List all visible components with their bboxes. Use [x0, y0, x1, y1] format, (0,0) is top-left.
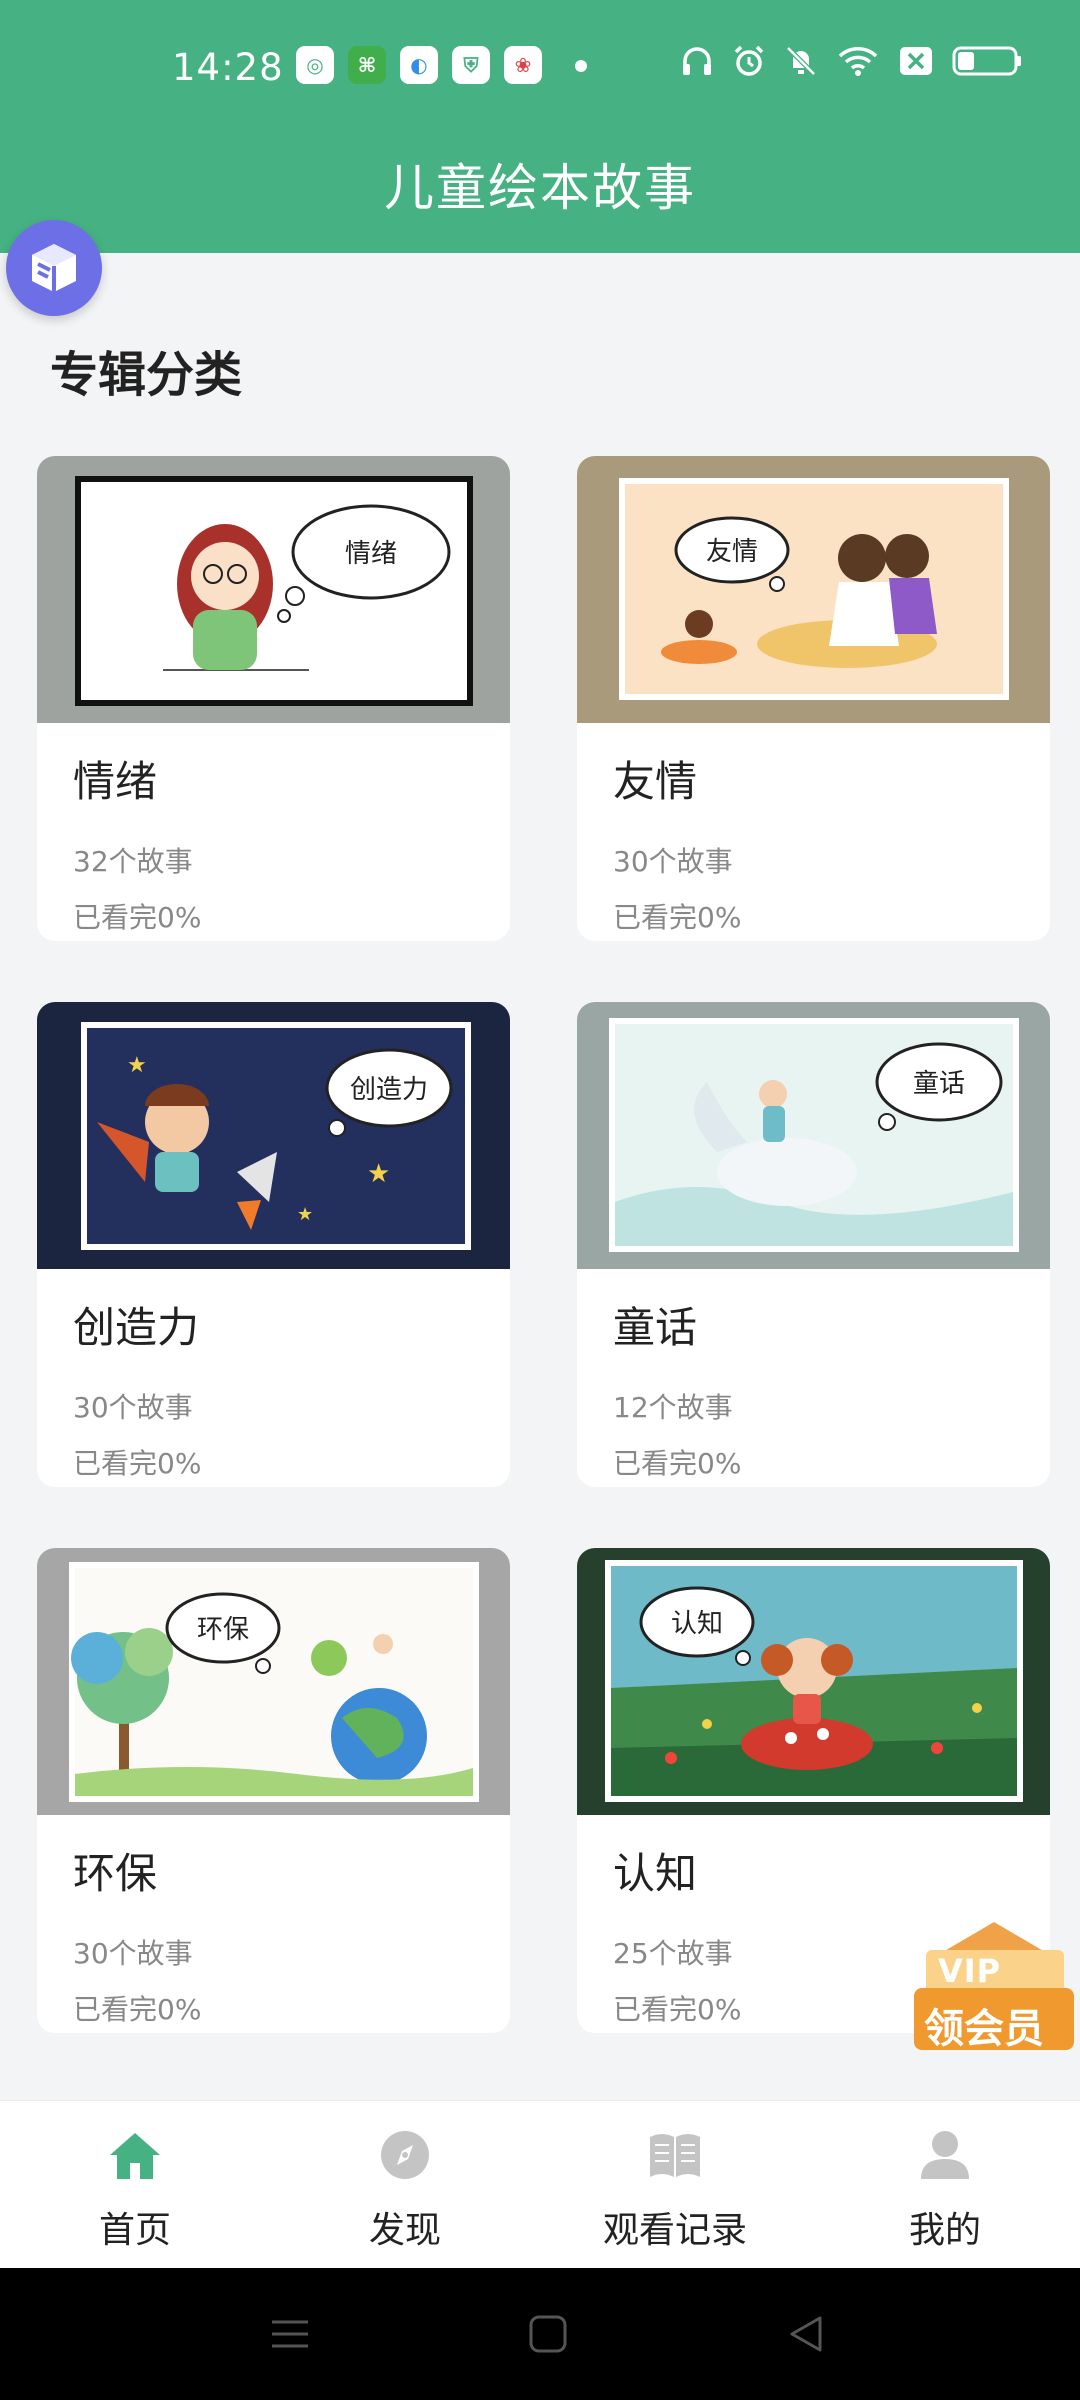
- nav-history[interactable]: 观看记录: [540, 2101, 810, 2269]
- vip-join-label: 领会员: [924, 2006, 1044, 2052]
- album-cover-image: 认知: [577, 1548, 1050, 1815]
- album-cover-image: 友情: [577, 456, 1050, 723]
- bubble-text: 童话: [913, 1069, 965, 1099]
- menu-icon[interactable]: [270, 2314, 310, 2354]
- album-cover-image: 童话: [577, 1002, 1050, 1269]
- album-story-count: 30个故事: [73, 1937, 193, 1970]
- sim-icon: [900, 47, 932, 75]
- more-notifications-dot: [575, 60, 587, 72]
- book-icon: [650, 2134, 700, 2177]
- bottom-navigation: 首页 发现 观看记录 我的: [0, 2100, 1080, 2269]
- album-card-emotion[interactable]: 情绪 情绪 32个故事 已看完0%: [37, 456, 510, 941]
- album-cover-image: 环保: [37, 1548, 510, 1815]
- headphones-icon: [683, 47, 711, 75]
- mute-icon: [786, 46, 816, 76]
- nav-mine[interactable]: 我的: [810, 2101, 1080, 2269]
- album-progress: 已看完0%: [73, 1447, 202, 1480]
- bubble-text: 情绪: [345, 539, 397, 569]
- shield-icon: ⛨: [452, 46, 490, 84]
- bubble-text: 环保: [197, 1615, 249, 1645]
- album-card-creativity[interactable]: 创造力 ★ ★ ★ 创造力 30个故事 已看完0%: [37, 1002, 510, 1487]
- album-name: 友情: [613, 757, 698, 806]
- album-name: 环保: [73, 1849, 158, 1898]
- album-story-count: 30个故事: [613, 845, 733, 878]
- app-icon: ⌘: [348, 46, 386, 84]
- album-cover-image: 创造力 ★ ★ ★: [37, 1002, 510, 1269]
- album-name: 创造力: [73, 1303, 200, 1352]
- nav-home[interactable]: 首页: [0, 2101, 270, 2269]
- album-card-environment[interactable]: 环保 环保 30个故事 已看完0%: [37, 1548, 510, 2033]
- nav-discover-label: 发现: [368, 2210, 441, 2251]
- baidu-icon: ❀: [504, 46, 542, 84]
- section-title: 专辑分类: [50, 347, 243, 403]
- album-card-fairytale[interactable]: 童话 童话 12个故事 已看完0%: [577, 1002, 1050, 1487]
- nav-mine-label: 我的: [908, 2210, 981, 2251]
- svg-text:★: ★: [367, 1159, 390, 1189]
- album-progress: 已看完0%: [73, 901, 202, 934]
- vip-membership-button[interactable]: VIP 领会员: [914, 1922, 1074, 2062]
- status-time: 14:28: [172, 46, 284, 89]
- album-cover-image: 情绪: [37, 456, 510, 723]
- system-icons: [680, 44, 1022, 78]
- wifi-icon: [838, 47, 878, 76]
- home-icon: [110, 2133, 160, 2179]
- bubble-text: 友情: [706, 537, 758, 567]
- cube-icon: [32, 244, 76, 292]
- notification-app-icons: ◎ ⌘ ◐ ⛨ ❀: [296, 46, 542, 84]
- svg-text:★: ★: [297, 1204, 313, 1225]
- album-story-count: 32个故事: [73, 845, 193, 878]
- album-card-friendship[interactable]: 友情 友情 30个故事 已看完0%: [577, 456, 1050, 941]
- album-progress: 已看完0%: [613, 1447, 742, 1480]
- system-navigation-bar: [0, 2268, 1080, 2400]
- bubble-text: 创造力: [350, 1075, 428, 1105]
- browser-icon: ◐: [400, 46, 438, 84]
- page-title: 儿童绘本故事: [384, 159, 696, 217]
- album-progress: 已看完0%: [613, 901, 742, 934]
- app-header: 14:28 ◎ ⌘ ◐ ⛨ ❀ 儿童绘本故事: [0, 0, 1080, 253]
- album-progress: 已看完0%: [73, 1993, 202, 2026]
- album-progress: 已看完0%: [613, 1993, 742, 2026]
- alarm-icon: [734, 45, 764, 76]
- album-story-count: 30个故事: [73, 1391, 193, 1424]
- nav-home-label: 首页: [98, 2210, 171, 2251]
- album-story-count: 25个故事: [613, 1937, 733, 1970]
- nav-history-label: 观看记录: [602, 2210, 747, 2251]
- album-name: 情绪: [73, 757, 158, 806]
- kuaishou-icon: ◎: [296, 46, 334, 84]
- status-bar: 14:28 ◎ ⌘ ◐ ⛨ ❀: [0, 38, 1080, 100]
- bubble-text: 认知: [671, 1609, 723, 1639]
- back-icon[interactable]: [786, 2314, 826, 2354]
- album-name: 童话: [613, 1303, 698, 1352]
- compass-icon: [381, 2131, 429, 2179]
- nav-discover[interactable]: 发现: [270, 2101, 540, 2269]
- svg-text:★: ★: [127, 1053, 147, 1078]
- album-name: 认知: [613, 1849, 698, 1898]
- user-icon: [921, 2131, 969, 2179]
- vip-label: VIP: [938, 1952, 1002, 1990]
- home-square-icon[interactable]: [528, 2314, 568, 2354]
- battery-icon: [952, 46, 1021, 76]
- floating-assistant-button[interactable]: [6, 220, 102, 316]
- album-story-count: 12个故事: [613, 1391, 733, 1424]
